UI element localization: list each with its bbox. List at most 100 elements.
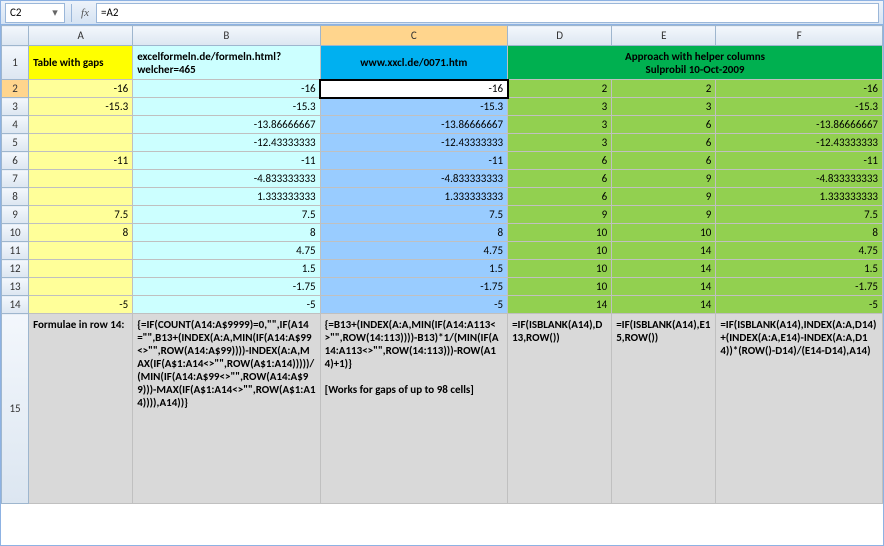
cell[interactable]: {=B13+(INDEX(A:A,MIN(IF(A14:A113<>"",ROW… (320, 314, 507, 504)
cell[interactable] (29, 278, 133, 296)
row-header[interactable]: 9 (2, 206, 29, 224)
cell[interactable]: 8 (133, 224, 320, 242)
cell[interactable]: 1.5 (133, 260, 320, 278)
cell[interactable]: 10 (508, 224, 612, 242)
cell[interactable]: 1.333333333 (716, 188, 883, 206)
cell[interactable]: 6 (612, 152, 716, 170)
cell[interactable]: =IF(ISBLANK(A14),D13,ROW()) (508, 314, 612, 504)
cell[interactable]: -11 (320, 152, 507, 170)
cell[interactable]: -13.86666667 (133, 116, 320, 134)
row-header[interactable]: 14 (2, 296, 29, 314)
cell[interactable]: =IF(ISBLANK(A14),INDEX(A:A,D14)+(INDEX(A… (716, 314, 883, 504)
cell[interactable]: -5 (133, 296, 320, 314)
row-header[interactable]: 1 (2, 46, 29, 80)
cell[interactable]: 6 (508, 170, 612, 188)
cell[interactable]: -4.833333333 (716, 170, 883, 188)
col-header-A[interactable]: A (29, 26, 133, 46)
cell[interactable]: -15.3 (133, 98, 320, 116)
row-header[interactable]: 13 (2, 278, 29, 296)
row-header[interactable]: 15 (2, 314, 29, 504)
cell[interactable]: 9 (508, 206, 612, 224)
cell[interactable]: Table with gaps (29, 46, 133, 80)
cell[interactable]: 7.5 (320, 206, 507, 224)
cell[interactable]: 7.5 (716, 206, 883, 224)
cell[interactable]: -12.43333333 (716, 134, 883, 152)
cell[interactable]: 14 (612, 296, 716, 314)
cell[interactable]: 9 (612, 206, 716, 224)
row-header[interactable]: 6 (2, 152, 29, 170)
row-header[interactable]: 11 (2, 242, 29, 260)
cell[interactable] (29, 188, 133, 206)
cell[interactable]: 14 (612, 278, 716, 296)
fx-icon[interactable]: fx (76, 4, 94, 22)
cell[interactable]: 1.5 (716, 260, 883, 278)
cell[interactable] (29, 116, 133, 134)
cell[interactable]: -16 (29, 80, 133, 98)
cell[interactable]: 3 (508, 98, 612, 116)
row-header[interactable]: 12 (2, 260, 29, 278)
cell[interactable]: -5 (320, 296, 507, 314)
row-header[interactable]: 2 (2, 80, 29, 98)
cell[interactable]: 8 (29, 224, 133, 242)
cell[interactable]: 4.75 (133, 242, 320, 260)
cell[interactable] (29, 170, 133, 188)
cell[interactable]: -13.86666667 (320, 116, 507, 134)
cell[interactable]: Approach with helper columns Sulprobil 1… (508, 46, 883, 80)
cell[interactable]: =IF(ISBLANK(A14),E15,ROW()) (612, 314, 716, 504)
cell[interactable]: 6 (508, 188, 612, 206)
cell[interactable]: -16 (716, 80, 883, 98)
col-header-E[interactable]: E (612, 26, 716, 46)
cell[interactable]: -15.3 (716, 98, 883, 116)
cell[interactable]: 9 (612, 170, 716, 188)
cell[interactable] (29, 134, 133, 152)
cell[interactable]: -4.833333333 (320, 170, 507, 188)
cell[interactable]: {=IF(COUNT(A14:A$9999)=0,"",IF(A14="",B1… (133, 314, 320, 504)
cell[interactable]: -1.75 (716, 278, 883, 296)
cell[interactable]: 1.333333333 (320, 188, 507, 206)
cell[interactable]: -11 (133, 152, 320, 170)
cell[interactable]: 6 (612, 134, 716, 152)
cell[interactable]: -11 (716, 152, 883, 170)
cell[interactable]: 9 (612, 188, 716, 206)
col-header-D[interactable]: D (508, 26, 612, 46)
cell[interactable]: -11 (29, 152, 133, 170)
cell[interactable]: -15.3 (29, 98, 133, 116)
formula-input[interactable]: =A2 (96, 3, 879, 23)
cell[interactable]: -5 (716, 296, 883, 314)
cell[interactable]: -1.75 (320, 278, 507, 296)
cell[interactable]: 8 (716, 224, 883, 242)
cell[interactable]: 4.75 (320, 242, 507, 260)
row-header[interactable]: 4 (2, 116, 29, 134)
cell[interactable]: www.xxcl.de/0071.htm (320, 46, 507, 80)
name-box[interactable]: C2 ▾ (5, 3, 65, 23)
cell[interactable]: 1.5 (320, 260, 507, 278)
cell[interactable]: 3 (508, 116, 612, 134)
cell[interactable]: 3 (612, 98, 716, 116)
chevron-down-icon[interactable]: ▾ (50, 4, 60, 22)
cell[interactable]: 8 (320, 224, 507, 242)
cell[interactable]: -12.43333333 (320, 134, 507, 152)
cell[interactable]: 10 (508, 278, 612, 296)
cell[interactable]: -12.43333333 (133, 134, 320, 152)
cell[interactable]: 6 (508, 152, 612, 170)
cell[interactable]: 1.333333333 (133, 188, 320, 206)
cell[interactable]: Formulae in row 14: (29, 314, 133, 504)
col-header-B[interactable]: B (133, 26, 320, 46)
cell[interactable]: 3 (508, 134, 612, 152)
col-header-C[interactable]: C (320, 26, 507, 46)
cell[interactable]: 2 (612, 80, 716, 98)
row-header[interactable]: 8 (2, 188, 29, 206)
cell[interactable]: -5 (29, 296, 133, 314)
select-all-corner[interactable] (2, 26, 29, 46)
col-header-F[interactable]: F (716, 26, 883, 46)
cell[interactable]: 14 (508, 296, 612, 314)
cell[interactable]: excelformeln.de/formeln.html?welcher=465 (133, 46, 320, 80)
cell[interactable]: 10 (508, 242, 612, 260)
cell[interactable]: -16 (320, 80, 507, 98)
cell[interactable]: 7.5 (29, 206, 133, 224)
cell[interactable]: 6 (612, 116, 716, 134)
cell[interactable] (29, 260, 133, 278)
row-header[interactable]: 3 (2, 98, 29, 116)
cell[interactable]: 10 (612, 224, 716, 242)
cell[interactable]: 10 (508, 260, 612, 278)
